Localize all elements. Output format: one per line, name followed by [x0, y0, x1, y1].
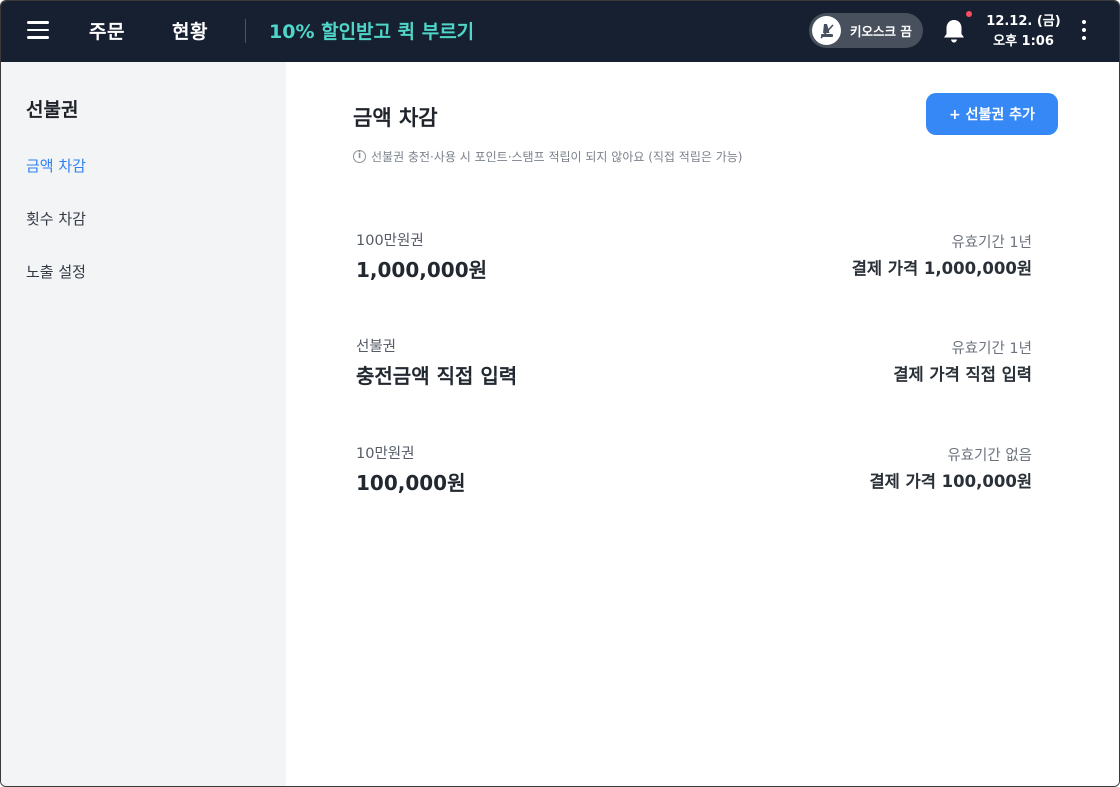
voucher-amount: 100,000원 [356, 471, 466, 495]
kiosk-icon [812, 16, 841, 45]
sidebar: 선불권 금액 차감 횟수 차감 노출 설정 [1, 62, 286, 786]
promo-quick-delivery-link[interactable]: 10% 할인받고 퀵 부르기 [269, 17, 474, 44]
notice-text: 선불권 충전·사용 시 포인트·스탬프 적립이 되지 않아요 (직접 적립은 가… [371, 150, 743, 164]
sidebar-item-amount-deduction[interactable]: 금액 차감 [26, 155, 86, 176]
date-text: 12.12. (금) [986, 14, 1061, 29]
time-text: 오후 1:06 [993, 34, 1054, 49]
voucher-item[interactable]: 100만원권 1,000,000원 유효기간 1년 결제 가격 1,000,00… [356, 227, 1032, 297]
voucher-validity: 유효기간 1년 [951, 235, 1032, 251]
voucher-name: 선불권 [356, 339, 397, 355]
kiosk-toggle-button[interactable]: 키오스크 끔 [809, 13, 923, 48]
nav-status[interactable]: 현황 [172, 17, 208, 44]
more-vertical-icon[interactable] [1078, 20, 1090, 42]
voucher-price: 결제 가격 직접 입력 [893, 365, 1032, 384]
voucher-item[interactable]: 선불권 충전금액 직접 입력 유효기간 1년 결제 가격 직접 입력 [356, 333, 1032, 403]
sidebar-item-display-settings[interactable]: 노출 설정 [26, 261, 86, 282]
notification-dot [966, 11, 972, 17]
main-content: 금액 차감 + 선불권 추가 i 선불권 충전·사용 시 포인트·스탬프 적립이… [286, 62, 1119, 786]
voucher-price: 결제 가격 100,000원 [869, 472, 1032, 491]
add-voucher-button[interactable]: + 선불권 추가 [926, 93, 1058, 135]
app-window: 주문 현황 10% 할인받고 퀵 부르기 키오스크 끔 12.12. (금) 오… [0, 0, 1120, 787]
notice: i 선불권 충전·사용 시 포인트·스탬프 적립이 되지 않아요 (직접 적립은… [353, 148, 743, 165]
hamburger-menu-icon[interactable] [27, 21, 49, 39]
voucher-amount: 충전금액 직접 입력 [356, 364, 518, 388]
top-bar: 주문 현황 10% 할인받고 퀵 부르기 키오스크 끔 12.12. (금) 오… [1, 1, 1119, 62]
voucher-validity: 유효기간 1년 [951, 341, 1032, 357]
voucher-name: 100만원권 [356, 233, 424, 249]
voucher-validity: 유효기간 없음 [947, 448, 1032, 464]
voucher-price: 결제 가격 1,000,000원 [851, 259, 1032, 278]
sidebar-title: 선불권 [26, 99, 79, 121]
info-icon: i [353, 150, 366, 163]
page-title: 금액 차감 [353, 106, 438, 130]
sidebar-item-count-deduction[interactable]: 횟수 차감 [26, 208, 86, 229]
voucher-name: 10만원권 [356, 446, 415, 462]
datetime: 12.12. (금) 오후 1:06 [986, 12, 1061, 52]
voucher-item[interactable]: 10만원권 100,000원 유효기간 없음 결제 가격 100,000원 [356, 440, 1032, 510]
nav-divider [245, 19, 246, 43]
bell-icon[interactable] [941, 17, 967, 45]
voucher-amount: 1,000,000원 [356, 258, 488, 282]
kiosk-status-label: 키오스크 끔 [850, 24, 912, 39]
nav-order[interactable]: 주문 [89, 17, 125, 44]
